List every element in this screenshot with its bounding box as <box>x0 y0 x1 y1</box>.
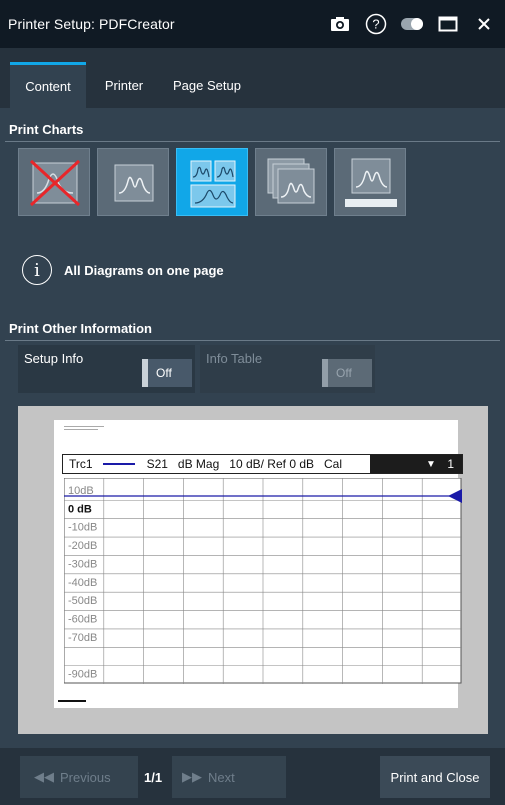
print-charts-info: i All Diagrams on one page <box>22 252 224 288</box>
toggle-icon[interactable] <box>397 9 427 39</box>
previous-button[interactable]: ◀◀ Previous <box>20 756 138 798</box>
toggle-knob <box>322 359 328 387</box>
info-table-value: Off <box>336 366 352 380</box>
info-table-group: Info Table Off <box>200 345 375 393</box>
tab-content[interactable]: Content <box>10 62 86 108</box>
info-text: All Diagrams on one page <box>64 262 224 278</box>
trace-diagram: 10dB 0 dB -10dB -20dB -30dB -40dB -50dB -60dB -7… <box>64 478 462 684</box>
y-tick-label: -10dB <box>68 522 97 534</box>
help-icon[interactable]: ? <box>361 9 391 39</box>
no-diagram-icon <box>29 159 81 207</box>
channel-indicator: ▼ 1 <box>370 455 462 473</box>
print-other-title: Print Other Information <box>9 321 152 336</box>
dropdown-triangle-icon: ▼ <box>426 459 436 470</box>
tab-printer[interactable]: Printer <box>92 62 156 108</box>
maximize-icon[interactable] <box>433 9 463 39</box>
diagram-with-info-icon <box>345 158 397 207</box>
print-other-header: Print Other Information <box>0 317 505 341</box>
window-title: Printer Setup: PDFCreator <box>8 16 175 32</box>
all-diagrams-separate-pages-button[interactable] <box>255 148 327 216</box>
tab-page-setup[interactable]: Page Setup <box>164 62 250 108</box>
trace-parameter: S21 <box>146 457 168 471</box>
title-bar: Printer Setup: PDFCreator ? <box>0 0 505 48</box>
setup-info-label: Setup Info <box>24 351 84 366</box>
stacked-pages-icon <box>267 158 315 204</box>
next-button[interactable]: ▶▶ Next <box>172 756 286 798</box>
close-icon[interactable] <box>469 9 499 39</box>
page-footer-mark <box>58 700 86 702</box>
y-tick-label: -30dB <box>68 558 97 570</box>
y-tick-label: 10dB <box>68 485 94 497</box>
trace-color-swatch <box>102 463 135 465</box>
previous-label: Previous <box>60 769 111 785</box>
tab-bar: Content Printer Page Setup <box>0 48 505 108</box>
toggle-knob <box>142 359 148 387</box>
info-table-label: Info Table <box>206 351 263 366</box>
print-charts-title: Print Charts <box>9 122 84 137</box>
y-tick-label: -50dB <box>68 595 97 607</box>
camera-icon[interactable] <box>325 9 355 39</box>
single-diagram-icon <box>114 164 154 202</box>
trace-cal-status: Cal <box>324 457 343 471</box>
trace-format: dB Mag <box>177 457 220 471</box>
active-diagram-with-info-button[interactable] <box>334 148 406 216</box>
divider <box>5 340 500 341</box>
setup-info-group: Setup Info Off <box>18 345 195 393</box>
y-tick-label: -40dB <box>68 577 97 589</box>
trace-name: Trc1 <box>69 457 93 471</box>
multi-diagram-icon <box>190 160 236 208</box>
no-diagrams-button[interactable] <box>18 148 90 216</box>
print-charts-header: Print Charts <box>0 118 505 142</box>
y-tick-label: -90dB <box>68 669 97 681</box>
info-icon: i <box>22 255 52 285</box>
footer-bar: ◀◀ Previous 1/1 ▶▶ Next Print and Close <box>0 748 505 805</box>
print-preview: Trc1 S21 dB Mag 10 dB/ Ref 0 dB Cal ▼ 1 … <box>18 406 488 734</box>
rewind-icon: ◀◀ <box>34 769 54 784</box>
y-tick-label: -20dB <box>68 540 97 552</box>
fast-forward-icon: ▶▶ <box>182 769 202 784</box>
page-header-text <box>64 424 104 430</box>
page-indicator: 1/1 <box>144 770 163 785</box>
trace-info-bar: Trc1 S21 dB Mag 10 dB/ Ref 0 dB Cal ▼ 1 <box>62 454 463 474</box>
y-tick-label: -70dB <box>68 632 97 644</box>
channel-number: 1 <box>447 457 454 471</box>
next-label: Next <box>208 769 235 785</box>
divider <box>5 141 500 142</box>
active-diagram-button[interactable] <box>97 148 169 216</box>
setup-info-toggle[interactable]: Off <box>142 359 192 387</box>
y-tick-label: 0 dB <box>68 503 92 515</box>
svg-text:?: ? <box>372 17 379 32</box>
print-and-close-button[interactable]: Print and Close <box>380 756 490 798</box>
trace-scale: 10 dB/ Ref 0 dB <box>229 457 315 471</box>
setup-info-value: Off <box>156 366 172 380</box>
preview-page: Trc1 S21 dB Mag 10 dB/ Ref 0 dB Cal ▼ 1 … <box>54 420 463 708</box>
y-tick-label: -60dB <box>68 614 97 626</box>
info-table-toggle: Off <box>322 359 372 387</box>
all-diagrams-one-page-button[interactable] <box>176 148 248 216</box>
